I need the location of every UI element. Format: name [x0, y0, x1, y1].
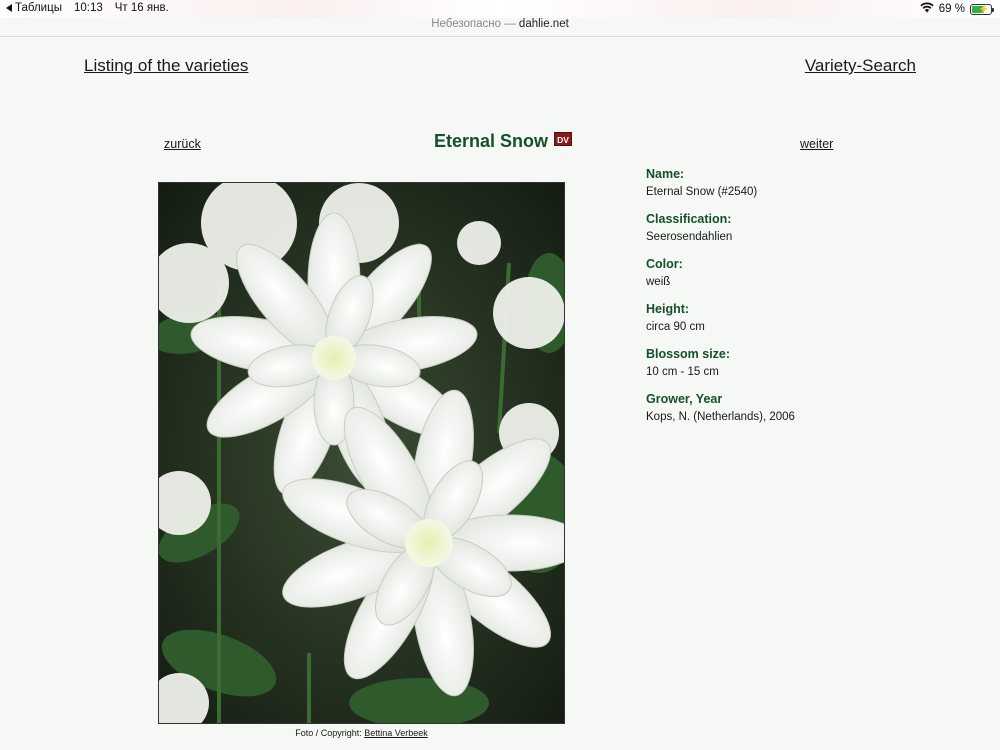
detail-classification: Classification: Seerosendahlien — [646, 211, 946, 247]
detail-height: Height: circa 90 cm — [646, 301, 946, 337]
url-separator: — — [501, 18, 519, 30]
url-domain: dahlie.net — [518, 18, 569, 30]
battery-percent: 69 % — [938, 3, 965, 15]
variety-name-heading: Eternal Snow — [434, 131, 549, 151]
variety-details: Name: Eternal Snow (#2540) Classificatio… — [646, 166, 946, 436]
grower-value: Kops, N. (Netherlands), 2006 — [646, 411, 795, 423]
name-value: Eternal Snow (#2540) — [646, 186, 758, 198]
color-value: weiß — [646, 276, 671, 288]
status-bar: Таблицы 10:13 Чт 16 янв. 69 % ⚡ — [0, 0, 1000, 18]
back-app-label: Таблицы — [15, 2, 62, 14]
url-bar[interactable]: Небезопасно — dahlie.net — [0, 18, 1000, 37]
detail-color: Color: weiß — [646, 256, 946, 292]
variety-search-link[interactable]: Variety-Search — [805, 56, 916, 76]
name-label: Name: — [646, 167, 685, 181]
color-label: Color: — [646, 257, 683, 271]
classification-label: Classification: — [646, 212, 732, 226]
blossom-label: Blossom size: — [646, 347, 731, 361]
dv-badge: DV — [554, 131, 573, 146]
battery-icon: ⚡ — [970, 3, 994, 15]
security-label: Небезопасно — [431, 18, 502, 30]
credit-prefix: Foto / Copyright: — [295, 728, 365, 738]
variety-photo — [158, 182, 565, 724]
variety-title: Eternal Snow DV — [434, 131, 573, 152]
grower-label: Grower, Year — [646, 392, 723, 406]
classification-value: Seerosendahlien — [646, 231, 733, 243]
charging-bolt-icon: ⚡ — [978, 3, 990, 14]
back-to-app-button[interactable]: Таблицы — [6, 2, 62, 14]
detail-blossom-size: Blossom size: 10 cm - 15 cm — [646, 346, 946, 382]
wifi-icon — [920, 2, 934, 16]
back-triangle-icon — [6, 4, 12, 12]
status-time: 10:13 — [73, 2, 103, 14]
status-date: Чт 16 янв. — [114, 2, 169, 14]
next-variety-link[interactable]: weiter — [800, 137, 833, 151]
photo-credit: Foto / Copyright: Bettina Verbeek — [158, 728, 565, 738]
credit-author-link[interactable]: Bettina Verbeek — [364, 728, 428, 738]
detail-grower: Grower, Year Kops, N. (Netherlands), 200… — [646, 391, 946, 427]
prev-variety-link[interactable]: zurück — [164, 137, 201, 151]
height-label: Height: — [646, 302, 690, 316]
height-value: circa 90 cm — [646, 321, 705, 333]
listing-varieties-link[interactable]: Listing of the varieties — [84, 56, 248, 76]
blossom-value: 10 cm - 15 cm — [646, 366, 719, 378]
detail-name: Name: Eternal Snow (#2540) — [646, 166, 946, 202]
